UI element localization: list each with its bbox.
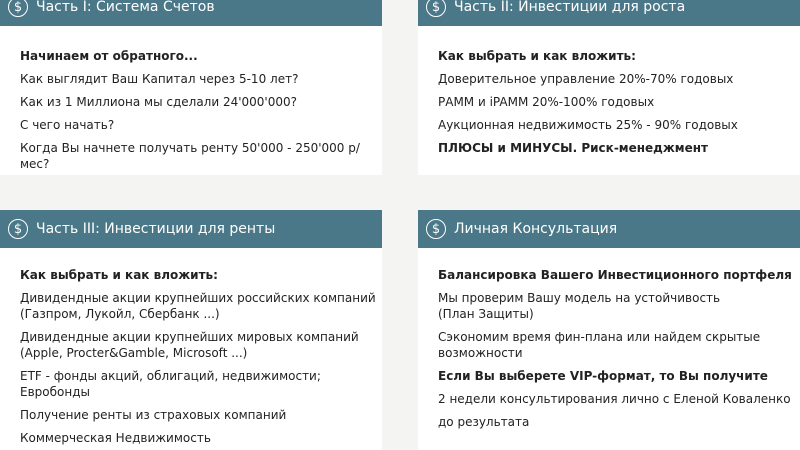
dollar-circle-icon: $ (426, 0, 446, 17)
card-consultation: $ Личная Консультация Балансировка Вашег… (418, 210, 800, 450)
card-title: Часть I: Система Счетов (36, 0, 215, 15)
list-item: Дивидендные акции крупнейших мировых ком… (20, 330, 359, 344)
card-body: Как выбрать и как вложить: Доверительное… (418, 48, 800, 156)
list-item: Доверительное управление 20%-70% годовых (438, 72, 734, 86)
card-heading: Как выбрать и как вложить: (438, 49, 636, 63)
dollar-circle-icon: $ (8, 219, 28, 239)
card-part-3: $ Часть III: Инвестиции для ренты Как вы… (0, 210, 382, 450)
list-item: С чего начать? (20, 118, 115, 132)
list-item: (Газпром, Лукойл, Сбербанк ...) (20, 307, 220, 321)
list-item: 2 недели консультирования лично с Еленой… (438, 392, 791, 406)
card-heading: Как выбрать и как вложить: (20, 268, 218, 282)
list-item: Когда Вы начнете получать ренту 50'000 -… (20, 141, 360, 171)
card-title: Часть III: Инвестиции для ренты (36, 221, 276, 237)
list-item: Дивидендные акции крупнейших российских … (20, 291, 376, 305)
list-item: до результата (438, 415, 530, 429)
card-title: Часть II: Инвестиции для роста (454, 0, 686, 15)
card-header: $ Часть II: Инвестиции для роста (418, 0, 800, 26)
card-footer-bold: ПЛЮСЫ и МИНУСЫ. Риск-менеджмент (438, 141, 708, 155)
card-body: Начинаем от обратного... Как выглядит Ва… (0, 48, 382, 172)
list-item: возможности (438, 346, 523, 360)
list-item: (План Защиты) (438, 307, 534, 321)
list-item: ETF - фонды акций, облигаций, недвижимос… (20, 369, 321, 399)
list-item: Сэкономим время фин-плана или найдем скр… (438, 330, 761, 344)
card-heading: Начинаем от обратного... (20, 49, 198, 63)
card-heading: Балансировка Вашего Инвестиционного порт… (438, 268, 792, 282)
card-header: $ Часть I: Система Счетов (0, 0, 382, 26)
card-part-1: $ Часть I: Система Счетов Начинаем от об… (0, 0, 382, 175)
list-item: РАММ и iPAMM 20%-100% годовых (438, 95, 655, 109)
vip-line: Если Вы выберете VIP-формат, то Вы получ… (438, 369, 768, 383)
list-item: Коммерческая Недвижимость (20, 431, 211, 445)
list-item: Получение ренты из страховых компаний (20, 408, 287, 422)
list-item: (Apple, Procter&Gamble, Microsoft ...) (20, 346, 248, 360)
list-item: Мы проверим Вашу модель на устойчивость (438, 291, 721, 305)
card-title: Личная Консультация (454, 221, 618, 237)
card-header: $ Часть III: Инвестиции для ренты (0, 210, 382, 248)
dollar-circle-icon: $ (8, 0, 28, 17)
list-item: Как из 1 Миллиона мы сделали 24'000'000? (20, 95, 297, 109)
card-part-2: $ Часть II: Инвестиции для роста Как выб… (418, 0, 800, 175)
card-header: $ Личная Консультация (418, 210, 800, 248)
list-item: Как выглядит Ваш Капитал через 5-10 лет? (20, 72, 299, 86)
dollar-circle-icon: $ (426, 219, 446, 239)
card-body: Как выбрать и как вложить: Дивидендные а… (0, 267, 382, 446)
list-item: Аукционная недвижимость 25% - 90% годовы… (438, 118, 738, 132)
card-body: Балансировка Вашего Инвестиционного порт… (418, 267, 800, 430)
